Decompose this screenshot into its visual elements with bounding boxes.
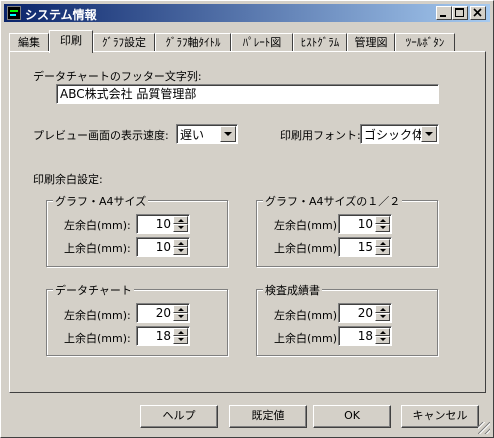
group-title: データチャート	[53, 282, 134, 298]
spin-value: 20	[357, 306, 373, 320]
spin-value: 10	[155, 240, 171, 254]
graph-a4-left-margin-spinner[interactable]: 10	[136, 214, 190, 234]
maximize-icon	[455, 8, 464, 17]
spin-up-icon[interactable]	[375, 305, 390, 313]
cancel-button[interactable]: キャンセル	[401, 405, 479, 428]
left-margin-label: 左余白(mm):	[64, 219, 131, 232]
maximize-button[interactable]	[452, 6, 468, 20]
spin-up-icon[interactable]	[173, 216, 188, 224]
margin-settings-label: 印刷余白設定:	[33, 173, 103, 186]
minimize-button[interactable]	[436, 6, 452, 20]
left-margin-label: 左余白(mm):	[274, 309, 341, 322]
spin-down-icon[interactable]	[375, 224, 390, 232]
spin-up-icon[interactable]	[173, 328, 188, 336]
size-grip-icon[interactable]	[478, 422, 490, 434]
preview-speed-label: プレビュー画面の表示速度:	[33, 129, 169, 142]
preview-speed-value: 遅い	[180, 128, 205, 142]
spin-down-icon[interactable]	[173, 247, 188, 255]
tab-tool-button[interactable]: ﾂｰﾙﾎﾞﾀﾝ	[395, 33, 455, 51]
graph-a4-half-top-margin-spinner[interactable]: 15	[338, 237, 392, 257]
spin-down-icon[interactable]	[173, 313, 188, 321]
spin-up-icon[interactable]	[375, 328, 390, 336]
top-margin-label: 上余白(mm):	[64, 332, 131, 345]
tab-graph-axis-title[interactable]: ｸﾞﾗﾌ軸ﾀｲﾄﾙ	[155, 33, 231, 51]
spin-down-icon[interactable]	[375, 313, 390, 321]
footer-label: データチャートのフッター文字列:	[33, 70, 202, 83]
graph-a4-half-left-margin-spinner[interactable]: 10	[338, 214, 392, 234]
inspection-report-left-margin-spinner[interactable]: 20	[338, 303, 392, 323]
spin-up-icon[interactable]	[375, 239, 390, 247]
tab-print[interactable]: 印刷	[49, 30, 93, 53]
top-margin-label: 上余白(mm):	[274, 242, 341, 255]
tab-pareto[interactable]: ﾊﾟﾚｰﾄ図	[231, 33, 293, 51]
print-font-label: 印刷用フォント:	[280, 129, 361, 142]
dropdown-arrow-icon[interactable]	[220, 126, 236, 142]
spin-down-icon[interactable]	[375, 247, 390, 255]
spin-up-icon[interactable]	[173, 305, 188, 313]
tab-edit[interactable]: 編集	[9, 33, 49, 51]
ok-button[interactable]: OK	[313, 405, 391, 428]
default-button[interactable]: 既定値	[229, 405, 307, 428]
print-font-value: ゴシック体	[364, 128, 425, 142]
spin-value: 15	[357, 240, 373, 254]
top-margin-label: 上余白(mm):	[274, 332, 341, 345]
graph-a4-top-margin-spinner[interactable]: 10	[136, 237, 190, 257]
left-margin-label: 左余白(mm):	[274, 219, 341, 232]
group-title: 検査成績書	[263, 282, 322, 298]
top-margin-label: 上余白(mm):	[64, 242, 131, 255]
preview-speed-select[interactable]: 遅い	[176, 124, 238, 144]
tab-control-chart[interactable]: 管理図	[347, 33, 395, 51]
tab-histogram[interactable]: ﾋｽﾄｸﾞﾗﾑ	[293, 33, 347, 51]
spin-down-icon[interactable]	[375, 336, 390, 344]
data-chart-top-margin-spinner[interactable]: 18	[136, 326, 190, 346]
data-chart-left-margin-spinner[interactable]: 20	[136, 303, 190, 323]
minimize-icon	[440, 15, 446, 17]
spin-value: 18	[357, 329, 373, 343]
title-bar[interactable]: システム情報	[4, 4, 490, 22]
inspection-report-top-margin-spinner[interactable]: 18	[338, 326, 392, 346]
spin-down-icon[interactable]	[173, 336, 188, 344]
system-info-window: システム情報 編集 印刷 ｸﾞﾗﾌ設定 ｸﾞﾗﾌ軸ﾀｲﾄﾙ ﾊﾟﾚｰﾄ図 ﾋｽﾄ…	[0, 0, 494, 438]
group-title: グラフ・A4サイズ	[53, 193, 149, 209]
close-button[interactable]	[470, 6, 486, 20]
spin-value: 18	[155, 329, 171, 343]
spin-value: 10	[155, 217, 171, 231]
spin-value: 20	[155, 306, 171, 320]
help-button[interactable]: ヘルプ	[140, 405, 218, 428]
footer-text-input[interactable]: ABC株式会社 品質管理部	[56, 84, 439, 104]
group-title: グラフ・A4サイズの１／２	[263, 193, 403, 209]
spin-up-icon[interactable]	[375, 216, 390, 224]
spin-down-icon[interactable]	[173, 224, 188, 232]
left-margin-label: 左余白(mm):	[64, 309, 131, 322]
spin-value: 10	[357, 217, 373, 231]
dropdown-arrow-icon[interactable]	[421, 126, 437, 142]
window-title: システム情報	[25, 8, 97, 22]
tab-graph-settings[interactable]: ｸﾞﾗﾌ設定	[93, 33, 155, 51]
spin-up-icon[interactable]	[173, 239, 188, 247]
print-font-select[interactable]: ゴシック体	[360, 124, 439, 144]
close-icon	[473, 8, 482, 17]
app-icon[interactable]	[7, 6, 21, 20]
